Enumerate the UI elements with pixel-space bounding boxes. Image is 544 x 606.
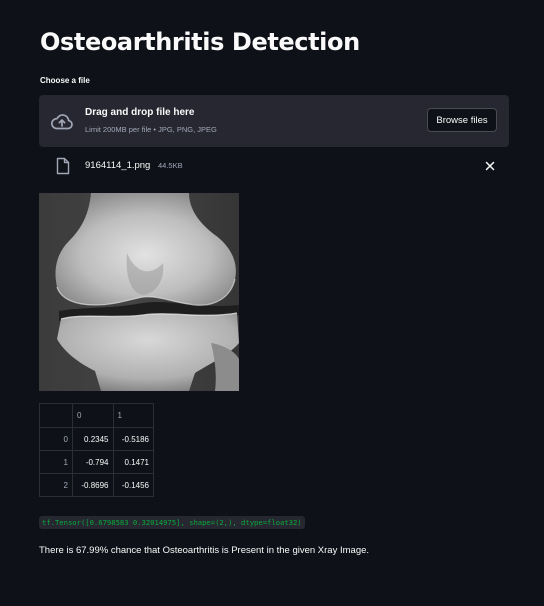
row-index: 1 — [39, 450, 73, 474]
table-cell: -0.8696 — [72, 473, 114, 497]
file-icon — [56, 157, 70, 175]
dataframe-table[interactable]: 0 1 0 0.2345 -0.5186 1 -0.794 0.1471 2 -… — [39, 403, 154, 497]
table-cell: -0.1456 — [112, 473, 154, 497]
table-cell: -0.5186 — [112, 427, 154, 451]
browse-files-button[interactable]: Browse files — [427, 108, 497, 132]
prediction-result-text: There is 67.99% chance that Osteoarthrit… — [39, 545, 370, 556]
table-row: 2 -0.8696 -0.1456 — [39, 473, 154, 497]
column-header[interactable] — [39, 403, 73, 428]
app-page: Osteoarthritis Detection Choose a file D… — [0, 0, 544, 606]
uploader-label: Choose a file — [40, 76, 90, 85]
uploaded-file-name: 9164114_1.png — [85, 160, 151, 171]
table-row: 0 0.2345 -0.5186 — [39, 427, 154, 451]
column-header[interactable]: 1 — [112, 403, 154, 428]
page-title: Osteoarthritis Detection — [40, 28, 360, 56]
close-icon — [485, 161, 495, 171]
dropzone-instructions: Drag and drop file here — [85, 107, 195, 118]
table-cell: 0.2345 — [72, 427, 114, 451]
column-header[interactable]: 0 — [72, 403, 114, 428]
cloud-upload-icon — [51, 114, 73, 130]
dropzone-limit-text: Limit 200MB per file • JPG, PNG, JPEG — [85, 125, 217, 134]
uploaded-file-row: 9164114_1.png 44.5KB — [39, 155, 509, 177]
row-index: 0 — [39, 427, 73, 451]
knee-xray-image — [39, 193, 239, 391]
table-cell: 0.1471 — [112, 450, 154, 474]
table-header-row: 0 1 — [39, 403, 154, 428]
table-cell: -0.794 — [72, 450, 114, 474]
tensor-output-code: tf.Tensor([0.6798583 0.32014975], shape=… — [39, 516, 305, 529]
uploaded-file-size: 44.5KB — [158, 161, 183, 170]
remove-file-button[interactable] — [481, 157, 499, 175]
row-index: 2 — [39, 473, 73, 497]
file-dropzone[interactable]: Drag and drop file here Limit 200MB per … — [39, 95, 509, 147]
table-row: 1 -0.794 0.1471 — [39, 450, 154, 474]
